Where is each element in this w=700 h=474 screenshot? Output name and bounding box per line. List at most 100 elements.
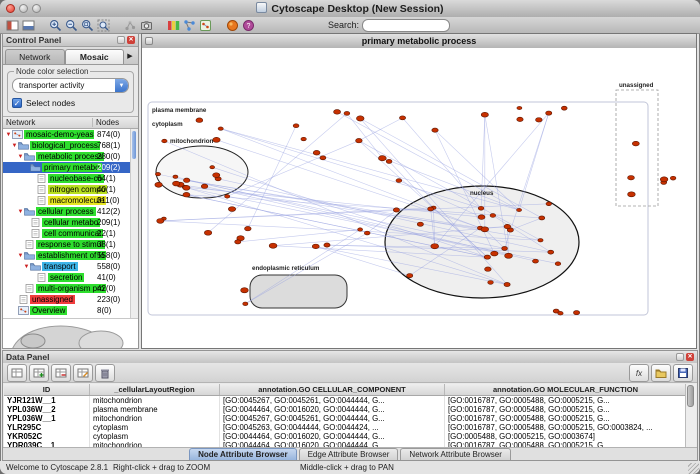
network-node[interactable] — [484, 255, 490, 259]
column-header[interactable]: ID — [4, 384, 90, 395]
network-node[interactable] — [670, 176, 676, 180]
tree-item[interactable]: primary metabo209(2) — [3, 162, 138, 173]
network-node[interactable] — [632, 141, 639, 146]
network-node[interactable] — [235, 240, 241, 244]
tree-item[interactable]: macromolecule311(0) — [3, 195, 138, 206]
first-neighbors-icon[interactable] — [123, 18, 138, 32]
maximize-button[interactable] — [32, 4, 41, 13]
window-resize-grip[interactable] — [688, 463, 699, 474]
zoom-fit-icon[interactable] — [96, 18, 111, 32]
import-table-icon[interactable] — [651, 364, 671, 382]
network-node[interactable] — [428, 207, 434, 211]
expand-arrow-icon[interactable]: ▼ — [17, 209, 24, 215]
tab-overflow-arrow-icon[interactable]: ▶ — [124, 50, 136, 64]
expand-arrow-icon[interactable]: ▼ — [17, 253, 24, 259]
network-node[interactable] — [228, 207, 235, 212]
tree-scrollbar-thumb[interactable] — [132, 131, 136, 159]
network-node[interactable] — [344, 111, 350, 115]
expand-arrow-icon[interactable]: ▼ — [11, 143, 18, 149]
table-row[interactable]: YKR052Ccytoplasm[GO:0044464, GO:0016020,… — [4, 432, 686, 441]
tree-item[interactable]: cell communicat22(1) — [3, 228, 138, 239]
network-node[interactable] — [324, 243, 330, 247]
network-node[interactable] — [628, 175, 635, 179]
close-panel-icon[interactable]: ✕ — [686, 353, 694, 361]
network-node[interactable] — [157, 219, 164, 224]
network-node[interactable] — [478, 206, 484, 210]
network-node[interactable] — [210, 166, 215, 169]
network-node[interactable] — [218, 127, 223, 130]
tree-item[interactable]: Overview8(0) — [3, 305, 138, 316]
network-node[interactable] — [183, 178, 189, 182]
column-header[interactable]: annotation.GO MOLECULAR_FUNCTION — [445, 384, 686, 395]
help-icon[interactable]: ? — [241, 18, 256, 32]
table-row[interactable]: YLR295Ccytoplasm[GO:0045263, GO:0044444,… — [4, 423, 686, 432]
network-node[interactable] — [558, 311, 563, 315]
plugins-icon[interactable] — [225, 18, 240, 32]
network-node[interactable] — [431, 244, 439, 249]
zoom-selected-icon[interactable] — [80, 18, 95, 32]
network-node[interactable] — [488, 280, 494, 284]
network-node[interactable] — [517, 117, 523, 121]
network-node[interactable] — [485, 267, 492, 271]
tree-item[interactable]: ▼establishment of lo558(0) — [3, 250, 138, 261]
expand-arrow-icon[interactable]: ▼ — [5, 132, 12, 138]
zoom-in-icon[interactable] — [48, 18, 63, 32]
network-node[interactable] — [196, 118, 203, 123]
tab-node-attribute-browser[interactable]: Node Attribute Browser — [189, 448, 297, 460]
tree-item[interactable]: ▼metabolic process280(0) — [3, 151, 138, 162]
network-node[interactable] — [334, 110, 341, 115]
network-node[interactable] — [204, 230, 211, 235]
network-node[interactable] — [504, 282, 510, 286]
table-scrollbar[interactable] — [685, 384, 696, 448]
attribute-dropdown[interactable]: transporter activity ▼ — [12, 78, 129, 93]
network-node[interactable] — [481, 227, 489, 232]
network-node[interactable] — [173, 181, 180, 186]
tree-item[interactable]: nucleobase-co64(1) — [3, 173, 138, 184]
tree-item[interactable]: secretion41(0) — [3, 272, 138, 283]
attribute-edit-icon[interactable] — [73, 364, 93, 382]
layout-icon[interactable] — [182, 18, 197, 32]
network-node[interactable] — [378, 156, 386, 161]
minimize-button[interactable] — [19, 4, 28, 13]
tree-scrollbar[interactable] — [130, 129, 138, 318]
tab-network-attribute-browser[interactable]: Network Attribute Browser — [400, 448, 510, 460]
tree-item[interactable]: ▼mosaic-demo-yeast874(0) — [3, 129, 138, 140]
network-node[interactable] — [548, 250, 554, 254]
network-node[interactable] — [155, 182, 162, 187]
network-manager-icon[interactable] — [198, 18, 213, 32]
network-node[interactable] — [517, 208, 522, 211]
network-node[interactable] — [201, 184, 208, 188]
attribute-new-icon[interactable] — [29, 364, 49, 382]
network-node[interactable] — [173, 175, 178, 178]
float-panel-icon[interactable] — [676, 353, 684, 361]
network-window-icon[interactable] — [145, 37, 153, 45]
select-nodes-checkbox[interactable]: ✓ — [12, 98, 22, 108]
network-node[interactable] — [417, 222, 423, 226]
network-node[interactable] — [245, 226, 252, 230]
function-builder-icon[interactable]: fx — [629, 364, 649, 382]
search-input[interactable] — [362, 19, 450, 32]
network-node[interactable] — [555, 262, 561, 266]
network-node[interactable] — [162, 139, 167, 143]
column-header[interactable]: _cellularLayoutRegion — [90, 384, 220, 395]
network-node[interactable] — [313, 150, 320, 155]
attribute-delete-icon[interactable] — [51, 364, 71, 382]
network-canvas[interactable]: plasma membrane cytoplasm mitochondrion … — [142, 48, 696, 348]
network-node[interactable] — [225, 195, 230, 199]
network-node[interactable] — [502, 246, 508, 250]
network-node[interactable] — [213, 137, 220, 142]
network-node[interactable] — [504, 224, 511, 228]
network-node[interactable] — [546, 202, 552, 206]
network-node[interactable] — [432, 128, 438, 132]
network-node[interactable] — [312, 244, 319, 249]
vizmapper-icon[interactable] — [166, 18, 181, 32]
network-node[interactable] — [183, 185, 190, 190]
tab-network[interactable]: Network — [5, 49, 65, 64]
network-node[interactable] — [213, 173, 220, 178]
network-node[interactable] — [293, 124, 299, 128]
network-node[interactable] — [320, 156, 326, 160]
network-node[interactable] — [155, 172, 160, 175]
tree-item[interactable]: ▼cellular process412(2) — [3, 206, 138, 217]
network-node[interactable] — [269, 243, 277, 248]
tree-item[interactable]: ▼transport558(0) — [3, 261, 138, 272]
